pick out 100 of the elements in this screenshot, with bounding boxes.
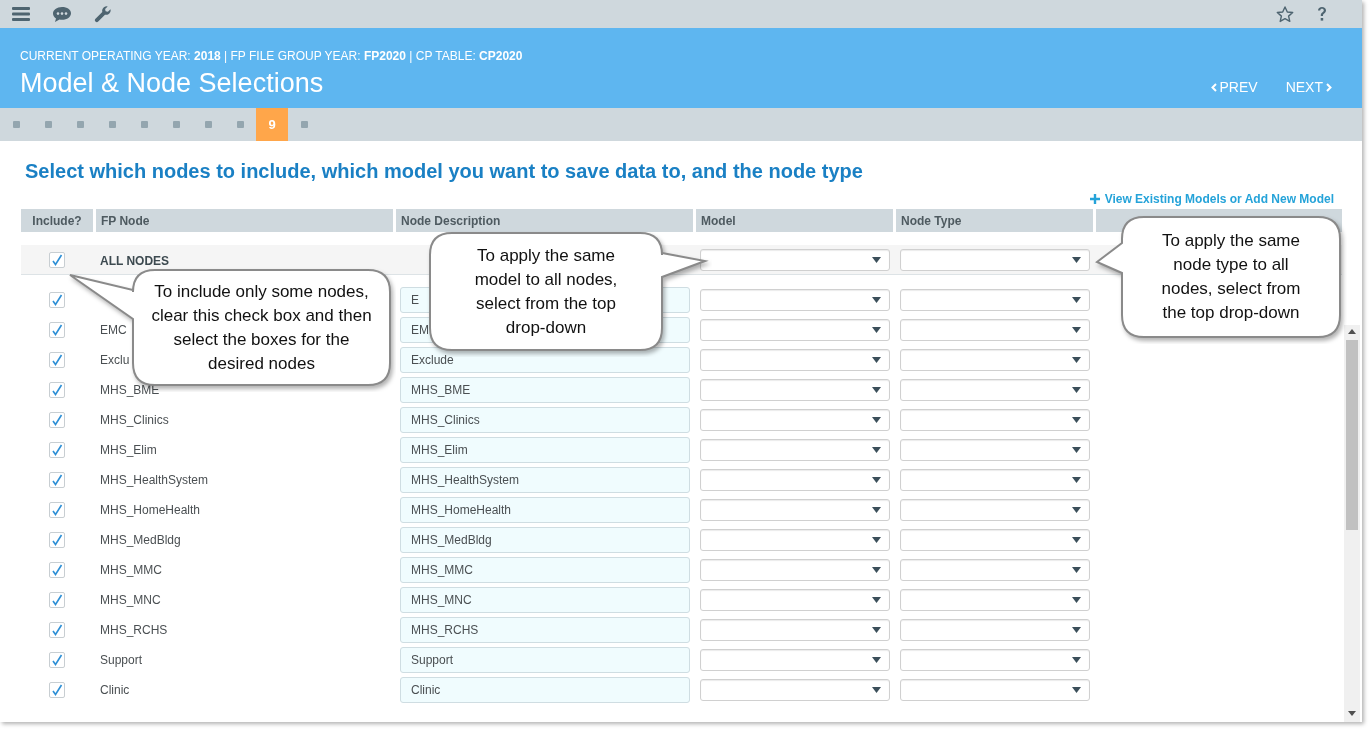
dropdown[interactable]	[900, 289, 1090, 311]
caret-icon	[1072, 537, 1081, 543]
node-name: MHS_RCHS	[100, 623, 168, 637]
dropdown[interactable]	[700, 649, 890, 671]
dropdown[interactable]	[700, 559, 890, 581]
node-name: MHS_HomeHealth	[100, 503, 201, 517]
description-field[interactable]: MHS_Elim	[400, 437, 690, 463]
dropdown[interactable]	[900, 469, 1090, 491]
caret-icon	[1072, 477, 1081, 483]
description-field[interactable]: MHS_RCHS	[400, 617, 690, 643]
dropdown[interactable]	[700, 439, 890, 461]
caret-icon	[872, 567, 881, 573]
caret-icon	[1072, 417, 1081, 423]
wrench-icon[interactable]	[94, 5, 112, 23]
chat-bubble-icon[interactable]	[52, 5, 72, 23]
description-field[interactable]: MHS_HomeHealth	[400, 497, 690, 523]
dropdown[interactable]	[700, 248, 890, 271]
section-heading: Select which nodes to include, which model you want to save data to, and the node type	[25, 159, 864, 183]
checkbox[interactable]	[49, 652, 65, 668]
node-name: MHS_Clinics	[100, 413, 169, 427]
dropdown[interactable]	[900, 499, 1090, 521]
caret-icon	[872, 687, 881, 693]
dropdown[interactable]	[700, 589, 890, 611]
checkbox[interactable]	[49, 532, 65, 548]
checkbox[interactable]	[49, 292, 65, 308]
caret-icon	[1072, 597, 1081, 603]
dropdown[interactable]	[700, 379, 890, 401]
dropdown[interactable]	[900, 248, 1090, 271]
column-header: Node Type	[896, 209, 1093, 232]
dropdown[interactable]	[700, 469, 890, 491]
star-icon[interactable]	[1276, 5, 1294, 23]
dropdown[interactable]	[700, 349, 890, 371]
caret-icon	[872, 477, 881, 483]
dropdown[interactable]	[900, 679, 1090, 701]
dropdown[interactable]	[700, 619, 890, 641]
caret-icon	[1072, 687, 1081, 693]
caret-icon	[872, 297, 881, 303]
dropdown[interactable]	[900, 379, 1090, 401]
node-name: MHS_HealthSystem	[100, 473, 209, 487]
dropdown[interactable]	[700, 679, 890, 701]
dropdown[interactable]	[900, 409, 1090, 431]
checkbox[interactable]	[49, 442, 65, 458]
checkbox[interactable]	[49, 412, 65, 428]
checkbox[interactable]	[49, 382, 65, 398]
node-name: Support	[100, 653, 143, 667]
caret-icon	[872, 256, 881, 263]
caret-icon	[872, 417, 881, 423]
description-field[interactable]: MHS_MedBldg	[400, 527, 690, 553]
checkbox[interactable]	[49, 322, 65, 338]
dropdown[interactable]	[700, 319, 890, 341]
plus-icon	[1089, 194, 1100, 204]
checkbox[interactable]	[49, 622, 65, 638]
dropdown[interactable]	[700, 409, 890, 431]
node-name: MHS_BME	[100, 383, 160, 397]
description-field[interactable]: Clinic	[400, 677, 690, 703]
checkbox[interactable]	[49, 251, 65, 268]
column-header: FP Node	[96, 209, 393, 232]
dropdown[interactable]	[700, 289, 890, 311]
menu-icon[interactable]	[12, 7, 30, 21]
caret-icon	[1072, 387, 1081, 393]
node-name: Exclu	[100, 353, 130, 367]
help-icon[interactable]	[1316, 6, 1328, 22]
dropdown[interactable]	[900, 559, 1090, 581]
node-name: MHS_MNC	[100, 593, 161, 607]
node-name: EMC	[100, 323, 127, 337]
caret-icon	[1072, 567, 1081, 573]
dropdown[interactable]	[900, 649, 1090, 671]
description-field[interactable]: Support	[400, 647, 690, 673]
checkbox[interactable]	[49, 472, 65, 488]
description-field[interactable]: MHS_MMC	[400, 557, 690, 583]
scrollbar[interactable]	[1344, 325, 1360, 722]
description-field[interactable]: MHS_MNC	[400, 587, 690, 613]
dropdown[interactable]	[900, 319, 1090, 341]
scroll-down-icon[interactable]	[1348, 711, 1356, 716]
description-field[interactable]: MHS_Clinics	[400, 407, 690, 433]
description-field[interactable]: MHS_BME	[400, 377, 690, 403]
dropdown[interactable]	[900, 619, 1090, 641]
context-info: CURRENT OPERATING YEAR: 2018 | FP FILE GROUP YEAR: FP2020 | CP TABLE: CP2020	[20, 49, 524, 63]
dropdown[interactable]	[900, 349, 1090, 371]
caret-icon	[872, 597, 881, 603]
scrollbar-thumb[interactable]	[1346, 340, 1358, 530]
dropdown[interactable]	[900, 529, 1090, 551]
dropdown[interactable]	[700, 499, 890, 521]
caret-icon	[872, 507, 881, 513]
caret-icon	[872, 537, 881, 543]
caret-icon	[1072, 507, 1081, 513]
dropdown[interactable]	[900, 439, 1090, 461]
caret-icon	[1072, 357, 1081, 363]
dropdown[interactable]	[700, 529, 890, 551]
description-field[interactable]: MHS_HealthSystem	[400, 467, 690, 493]
checkbox[interactable]	[49, 592, 65, 608]
caret-icon	[872, 387, 881, 393]
scroll-up-icon[interactable]	[1348, 329, 1356, 334]
checkbox[interactable]	[49, 502, 65, 518]
dropdown[interactable]	[900, 589, 1090, 611]
checkbox[interactable]	[49, 562, 65, 578]
checkbox[interactable]	[49, 682, 65, 698]
node-name: MHS_Elim	[100, 443, 157, 457]
checkbox[interactable]	[49, 352, 65, 368]
caret-icon	[872, 627, 881, 633]
